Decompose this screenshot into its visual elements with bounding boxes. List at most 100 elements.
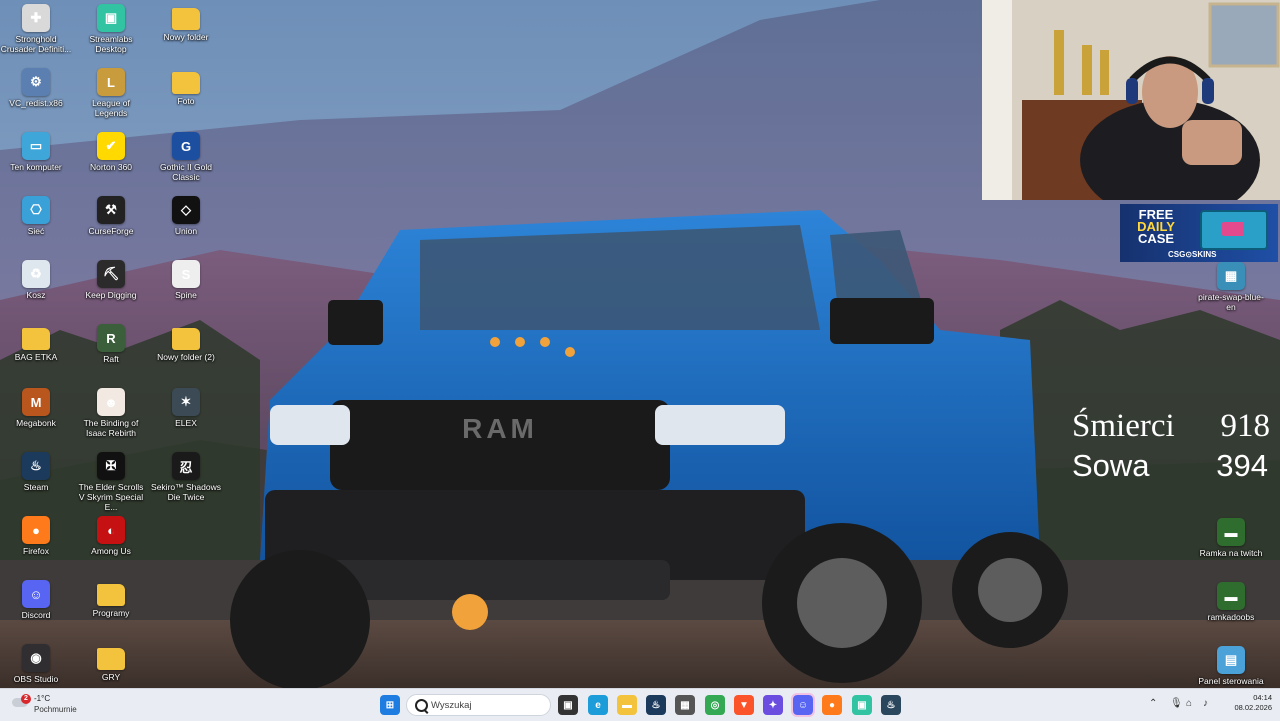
firefox-icon[interactable]: ● (822, 695, 842, 715)
curseforge-icon: ⚒ (97, 196, 125, 224)
network-icon: ⎔ (22, 196, 50, 224)
desktop-shortcut[interactable]: G Gothic II Gold Classic (150, 128, 222, 182)
discord-icon[interactable]: ☺ (791, 693, 815, 717)
desktop-shortcut[interactable]: S Spine (150, 256, 222, 300)
streamlabs-icon[interactable]: ▣ (852, 695, 872, 715)
desktop-shortcut[interactable]: Programy (75, 576, 147, 618)
desktop-shortcut[interactable]: ⚒ CurseForge (75, 192, 147, 236)
desktop-shortcut[interactable]: R Raft (75, 320, 147, 364)
desktop-shortcut[interactable]: ⚙ VC_redist.x86 (0, 64, 72, 108)
desktop-shortcut[interactable]: ✠ The Elder Scrolls V Skyrim Special E... (75, 448, 147, 512)
brave-icon[interactable]: ▼ (734, 695, 754, 715)
desktop-shortcut[interactable]: ▭ Ten komputer (0, 128, 72, 172)
folder-icon (172, 8, 200, 30)
banner-line-case: CASE (1137, 231, 1175, 246)
desktop-shortcut[interactable]: ⎔ Sieć (0, 192, 72, 236)
norton-icon: ✔ (97, 132, 125, 160)
task-view-icon[interactable]: ▣ (558, 695, 578, 715)
file-explorer-icon[interactable]: ▬ (617, 695, 637, 715)
mail-icon[interactable]: ▦ (675, 695, 695, 715)
svg-text:RAM: RAM (462, 413, 538, 444)
desktop-shortcut[interactable]: ▬ ramkadoobs (1194, 578, 1268, 622)
desktop-shortcut-label: Raft (103, 354, 119, 364)
clock-time: 04:14 (1253, 693, 1272, 702)
folder-icon (172, 328, 200, 350)
megabonk-icon: M (22, 388, 50, 416)
desktop-shortcut[interactable]: ▤ Panel sterowania (1194, 642, 1268, 686)
desktop-shortcut-label: Among Us (91, 546, 131, 556)
folder-icon (22, 328, 50, 350)
desktop-shortcut[interactable]: ☺ Discord (0, 576, 72, 620)
desktop-shortcut-label: Steam (23, 482, 49, 492)
taskbar: 2 -1°C Pochmurnie Wyszukaj ⊞ ▣ e ▬ ♨ ▦ ◎ ▼ ✦ ☺ ● ▣ ♨… (0, 688, 1280, 721)
desktop-shortcut[interactable]: Nowy folder (150, 0, 222, 42)
desktop-shortcut[interactable]: L League of Legends (75, 64, 147, 118)
network-icon[interactable]: ⌂ (1186, 698, 1192, 709)
death-counter-overlay: Śmierci 918 Sowa 394 (1072, 406, 1270, 486)
deaths-row: Śmierci 918 (1072, 406, 1270, 446)
steam-alt-icon[interactable]: ♨ (881, 695, 901, 715)
desktop-shortcut[interactable]: ☻ The Binding of Isaac Rebirth (75, 384, 147, 438)
desktop-shortcut[interactable]: ⛏ Keep Digging (75, 256, 147, 300)
taskbar-search[interactable]: Wyszukaj (406, 694, 551, 716)
desktop-shortcut[interactable]: ◐ Among Us (75, 512, 147, 556)
folder-icon (97, 584, 125, 606)
deaths-label: Śmierci (1072, 408, 1175, 444)
desktop-shortcut-label: ELEX (175, 418, 197, 428)
desktop-shortcut[interactable]: ♨ Steam (0, 448, 72, 492)
deaths-value: 918 (1220, 408, 1271, 444)
desktop-shortcut[interactable]: ✚ Stronghold Crusader Definiti... (0, 0, 72, 54)
system-clock[interactable]: 04:14 08.02.2026 (1222, 693, 1272, 713)
weather-temperature: -1°C (34, 694, 51, 703)
microphone-icon[interactable]: 🎙 (1170, 698, 1183, 709)
desktop-shortcut[interactable]: BAG ETKA (0, 320, 72, 362)
desktop-shortcut[interactable]: 忍 Sekiro™ Shadows Die Twice (150, 448, 222, 502)
desktop-shortcut[interactable]: M Megabonk (0, 384, 72, 428)
chrome-icon[interactable]: ◎ (705, 695, 725, 715)
league-icon: L (97, 68, 125, 96)
desktop-shortcut-label: Panel sterowania (1198, 676, 1264, 686)
sowa-label: Sowa (1072, 448, 1150, 483)
desktop-shortcut-label: The Elder Scrolls V Skyrim Special E... (78, 482, 144, 512)
desktop-shortcut[interactable]: ◉ OBS Studio (0, 640, 72, 684)
desktop-shortcut[interactable]: Nowy folder (2) (150, 320, 222, 362)
webcam-overlay (982, 0, 1280, 200)
desktop-shortcut[interactable]: ♻ Kosz (0, 256, 72, 300)
desktop-shortcut-label: Megabonk (16, 418, 56, 428)
desktop-shortcut[interactable]: ▬ Ramka na twitch (1194, 514, 1268, 558)
among-us-icon: ◐ (97, 516, 125, 544)
desktop-shortcut[interactable]: ▣ Streamlabs Desktop (75, 0, 147, 54)
desktop-shortcut-label: Programy (92, 608, 130, 618)
desktop-shortcut-label: Ten komputer (10, 162, 62, 172)
notification-badge: 2 (21, 694, 31, 704)
weather-widget[interactable]: 2 -1°C Pochmurnie (12, 693, 102, 717)
desktop-shortcut[interactable]: ▦ pirate-swap-blue-en (1194, 258, 1268, 312)
desktop-shortcut-label: Stronghold Crusader Definiti... (0, 34, 72, 54)
isaac-icon: ☻ (97, 388, 125, 416)
desktop-shortcut[interactable]: ✔ Norton 360 (75, 128, 147, 172)
sekiro-icon: 忍 (172, 452, 200, 480)
desktop-shortcut[interactable]: ◇ Union (150, 192, 222, 236)
image-file-icon: ▦ (1217, 262, 1245, 290)
edge-icon[interactable]: e (588, 695, 608, 715)
frame-file-icon: ▬ (1217, 582, 1245, 610)
union-icon: ◇ (172, 196, 200, 224)
desktop-shortcut[interactable]: GRY (75, 640, 147, 682)
search-icon (415, 699, 428, 712)
steam-icon[interactable]: ♨ (646, 695, 666, 715)
desktop-shortcut-label: GRY (101, 672, 121, 682)
chevron-up-icon[interactable]: ⌃ (1149, 698, 1157, 709)
ai-icon[interactable]: ✦ (763, 695, 783, 715)
desktop-shortcut-label: Nowy folder (2) (157, 352, 215, 362)
desktop-shortcut-label: Discord (21, 610, 51, 620)
desktop-shortcut[interactable]: Foto (150, 64, 222, 106)
clock-date: 08.02.2026 (1234, 703, 1272, 712)
csgoskins-banner[interactable]: FREE DAILY CASE CSG⊙SKINS (1120, 204, 1278, 262)
sowa-value: 394 (1216, 448, 1268, 483)
desktop-shortcut[interactable]: ✶ ELEX (150, 384, 222, 428)
volume-icon[interactable]: ♪ (1203, 698, 1208, 709)
desktop-shortcut[interactable]: ● Firefox (0, 512, 72, 556)
streamlabs-icon: ▣ (97, 4, 125, 32)
start-button[interactable]: ⊞ (380, 695, 400, 715)
desktop-shortcut-label: Sekiro™ Shadows Die Twice (151, 482, 221, 502)
